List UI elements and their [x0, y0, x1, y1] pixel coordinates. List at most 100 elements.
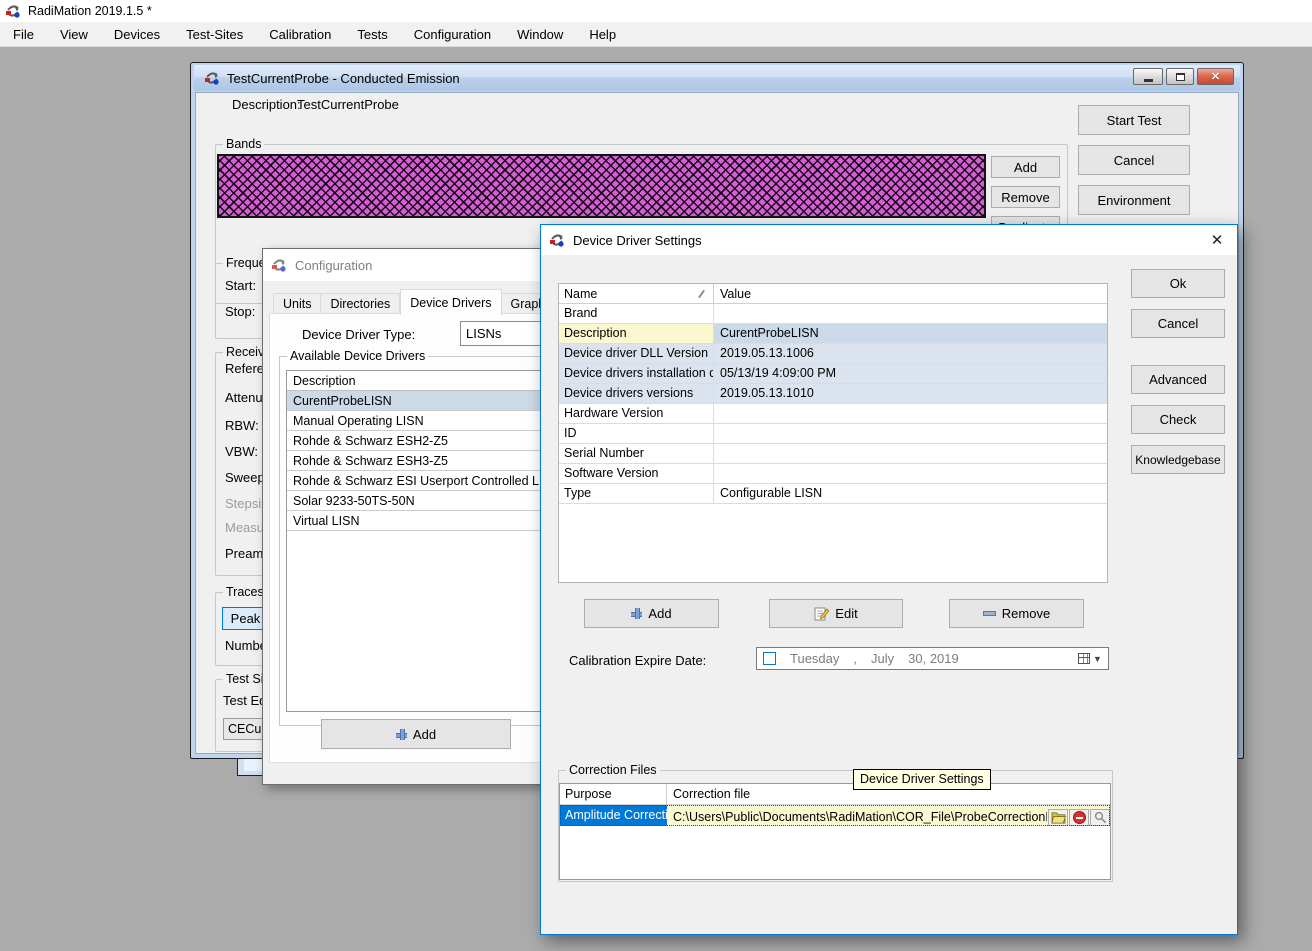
bands-area[interactable] [217, 154, 986, 218]
sort-ascending-icon [698, 289, 705, 298]
chevron-down-icon: ▼ [1093, 654, 1102, 664]
purpose-column-header[interactable]: Purpose [560, 784, 667, 804]
menu-help[interactable]: Help [576, 22, 629, 46]
correction-file-column-header[interactable]: Correction file [667, 787, 750, 801]
tab-directories[interactable]: Directories [321, 293, 400, 315]
table-row: Brand [559, 304, 1107, 324]
table-row: Software Version [559, 464, 1107, 484]
desktop: RadiMation 2019.1.5 * File View Devices … [0, 0, 1312, 951]
table-row: ID [559, 424, 1107, 444]
minimize-button[interactable] [1133, 68, 1163, 85]
ok-button[interactable]: Ok [1131, 269, 1225, 298]
driver-row-esh3-z5[interactable]: Rohde & Schwarz ESH3-Z5 [287, 451, 543, 471]
correction-table-header: Purpose Correction file [560, 784, 1110, 805]
correction-file-path[interactable]: C:\Users\Public\Documents\RadiMation\COR… [673, 810, 1047, 824]
menu-devices[interactable]: Devices [101, 22, 173, 46]
driver-row-esi-userport[interactable]: Rohde & Schwarz ESI Userport Controlled … [287, 471, 543, 491]
menu-tests[interactable]: Tests [344, 22, 400, 46]
correction-file-cell: C:\Users\Public\Documents\RadiMation\COR… [667, 805, 1110, 826]
driver-properties-table: Name Value Brand DescriptionCurentProbeL… [558, 283, 1108, 583]
menu-configuration[interactable]: Configuration [401, 22, 504, 46]
band-add-button[interactable]: Add [991, 156, 1060, 178]
edit-icon [814, 607, 829, 621]
property-edit-button[interactable]: Edit [769, 599, 903, 628]
magnifier-icon [1094, 811, 1107, 824]
open-folder-icon [1051, 811, 1066, 824]
rbw-label: RBW: [225, 418, 259, 433]
driver-row-solar-9233[interactable]: Solar 9233-50TS-50N [287, 491, 543, 511]
tab-device-drivers[interactable]: Device Drivers [400, 289, 501, 315]
no-entry-icon [1073, 811, 1086, 824]
cancel-button[interactable]: Cancel [1078, 145, 1190, 175]
configuration-title: Configuration [295, 258, 372, 273]
calibration-date-picker[interactable]: Tuesday , July 30, 2019 ▼ [756, 647, 1109, 670]
menu-view[interactable]: View [47, 22, 101, 46]
driver-row-esh2-z5[interactable]: Rohde & Schwarz ESH2-Z5 [287, 431, 543, 451]
dds-close-button[interactable]: ✕ [1197, 225, 1237, 255]
property-add-button[interactable]: Add [584, 599, 719, 628]
vbw-label: VBW: [225, 444, 258, 459]
calibration-date-checkbox[interactable] [763, 652, 776, 665]
calendar-dropdown-button[interactable]: ▼ [1075, 650, 1105, 667]
driver-row-manual-operating-lisn[interactable]: Manual Operating LISN [287, 411, 543, 431]
correction-file-row[interactable]: Amplitude Correction C:\Users\Public\Doc… [560, 805, 1110, 826]
correction-files-table: Purpose Correction file Amplitude Correc… [559, 783, 1111, 880]
menu-test-sites[interactable]: Test-Sites [173, 22, 256, 46]
environment-button[interactable]: Environment [1078, 185, 1190, 215]
value-column-header[interactable]: Value [714, 287, 751, 301]
date-comma: , [853, 651, 857, 666]
test-window-titlebar[interactable]: TestCurrentProbe - Conducted Emission ✕ [194, 65, 1240, 91]
device-driver-type-label: Device Driver Type: [302, 327, 415, 342]
browse-file-button[interactable] [1048, 809, 1068, 826]
band-remove-button[interactable]: Remove [991, 186, 1060, 208]
clear-file-button[interactable] [1069, 809, 1089, 826]
date-weekday[interactable]: Tuesday [790, 651, 839, 666]
table-row: Hardware Version [559, 404, 1107, 424]
tooltip: Device Driver Settings [853, 769, 991, 790]
check-button[interactable]: Check [1131, 405, 1225, 434]
menu-file[interactable]: File [0, 22, 47, 46]
app-title: RadiMation 2019.1.5 * [28, 4, 152, 18]
dds-titlebar[interactable]: Device Driver Settings [541, 225, 1237, 255]
properties-table-header: Name Value [559, 284, 1107, 304]
calibration-expire-date-label: Calibration Expire Date: [569, 653, 706, 668]
date-day-year[interactable]: 30, 2019 [908, 651, 959, 666]
name-column-header[interactable]: Name [559, 284, 714, 303]
app-titlebar: RadiMation 2019.1.5 * [0, 0, 1312, 22]
property-remove-button[interactable]: Remove [949, 599, 1084, 628]
plus-icon [631, 608, 642, 619]
date-month[interactable]: July [871, 651, 894, 666]
radimation-app-icon [204, 70, 221, 86]
driver-row-virtual-lisn[interactable]: Virtual LISN [287, 511, 543, 531]
knowledgebase-button[interactable]: Knowledgebase [1131, 445, 1225, 474]
table-row: Device drivers installation date05/13/19… [559, 364, 1107, 384]
dds-cancel-button[interactable]: Cancel [1131, 309, 1225, 338]
driver-row-curentprobelisn[interactable]: CurentProbeLISN [287, 391, 543, 411]
correction-files-group-label: Correction Files [566, 763, 660, 777]
available-drivers-group-label: Available Device Drivers [287, 349, 428, 363]
table-row: TypeConfigurable LISN [559, 484, 1107, 504]
maximize-icon [1176, 73, 1185, 81]
minimize-icon [1144, 79, 1153, 82]
view-file-button[interactable] [1090, 809, 1110, 826]
bands-group-label: Bands [223, 137, 264, 151]
maximize-button[interactable] [1166, 68, 1194, 85]
drivers-list-header[interactable]: Description [287, 371, 543, 391]
device-driver-settings-dialog: Device Driver Settings ✕ Name Value Bran… [540, 224, 1238, 935]
test-window-title: TestCurrentProbe - Conducted Emission [227, 71, 460, 86]
stop-frequency-label: Stop: [225, 304, 255, 319]
menu-calibration[interactable]: Calibration [256, 22, 344, 46]
menu-window[interactable]: Window [504, 22, 576, 46]
table-row: Serial Number [559, 444, 1107, 464]
start-test-button[interactable]: Start Test [1078, 105, 1190, 135]
advanced-button[interactable]: Advanced [1131, 365, 1225, 394]
plus-icon [396, 729, 407, 740]
table-row: Device driver DLL Version2019.05.13.1006 [559, 344, 1107, 364]
close-button[interactable]: ✕ [1197, 68, 1234, 85]
correction-purpose-cell[interactable]: Amplitude Correction [560, 805, 667, 826]
close-icon: ✕ [1211, 231, 1224, 249]
tab-units[interactable]: Units [273, 293, 321, 315]
close-icon: ✕ [1211, 70, 1220, 83]
minus-icon [983, 611, 996, 616]
config-add-driver-button[interactable]: Add [321, 719, 511, 749]
